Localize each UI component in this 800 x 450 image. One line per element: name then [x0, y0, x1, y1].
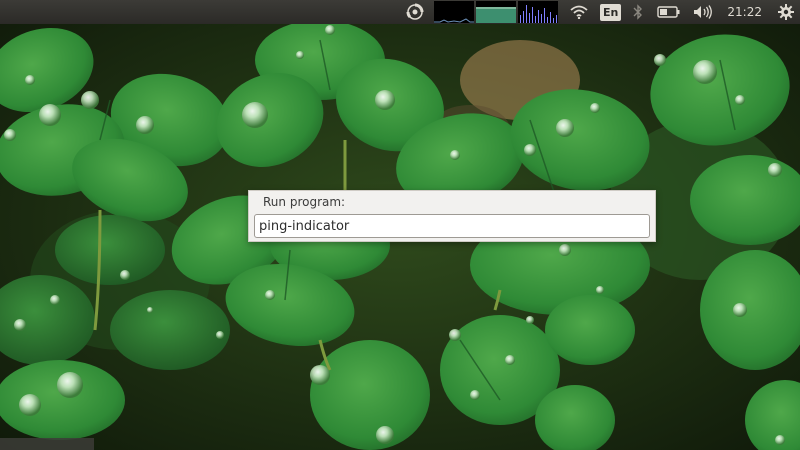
- top-panel: En 21:22: [0, 0, 800, 24]
- cpu-graph: [434, 1, 475, 23]
- wifi-icon[interactable]: [570, 0, 588, 24]
- volume-icon[interactable]: [693, 0, 713, 24]
- system-load-indicator[interactable]: [432, 1, 559, 23]
- battery-icon[interactable]: [657, 0, 681, 24]
- bluetooth-icon[interactable]: [633, 0, 643, 24]
- run-program-label: Run program:: [263, 195, 346, 209]
- desktop: En 21:22 Run program: ping-indicator: [0, 0, 800, 450]
- memory-graph: [476, 1, 517, 23]
- run-program-input[interactable]: [254, 214, 650, 238]
- network-graph: [518, 1, 559, 23]
- clock[interactable]: 21:22: [727, 5, 762, 19]
- settings-gear-icon[interactable]: [778, 0, 794, 24]
- keyboard-layout-label: En: [600, 3, 622, 21]
- run-program-dialog: Run program:: [248, 190, 656, 242]
- keyboard-layout-indicator[interactable]: En: [600, 0, 622, 24]
- ubuntu-swirl-icon[interactable]: [406, 0, 424, 24]
- bottom-panel-remnant: [0, 438, 94, 450]
